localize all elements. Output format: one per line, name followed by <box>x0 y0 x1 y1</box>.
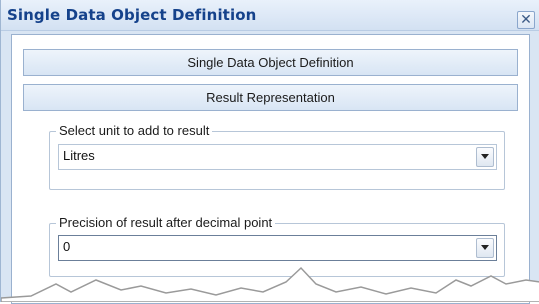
unit-groupbox: Select unit to add to result Litres <box>49 123 505 190</box>
precision-select-value: 0 <box>63 239 71 254</box>
torn-edge-decoration <box>1 266 539 302</box>
dialog-window: Single Data Object Definition ✕ Single D… <box>0 0 539 304</box>
close-icon: ✕ <box>520 12 532 28</box>
close-button[interactable]: ✕ <box>517 11 535 29</box>
section-header-single-data-object[interactable]: Single Data Object Definition <box>23 49 518 76</box>
unit-group-label: Select unit to add to result <box>56 123 213 138</box>
section-header-result-representation[interactable]: Result Representation <box>23 84 518 111</box>
title-bar: Single Data Object Definition ✕ <box>1 0 539 31</box>
precision-dropdown-button[interactable] <box>476 238 494 258</box>
unit-select-value: Litres <box>63 148 95 163</box>
chevron-down-icon <box>481 245 489 250</box>
window-title: Single Data Object Definition <box>7 6 257 24</box>
unit-dropdown-button[interactable] <box>476 147 494 167</box>
precision-select[interactable]: 0 <box>58 235 497 261</box>
chevron-down-icon <box>481 154 489 159</box>
unit-select[interactable]: Litres <box>58 144 497 170</box>
precision-group-label: Precision of result after decimal point <box>56 215 276 230</box>
